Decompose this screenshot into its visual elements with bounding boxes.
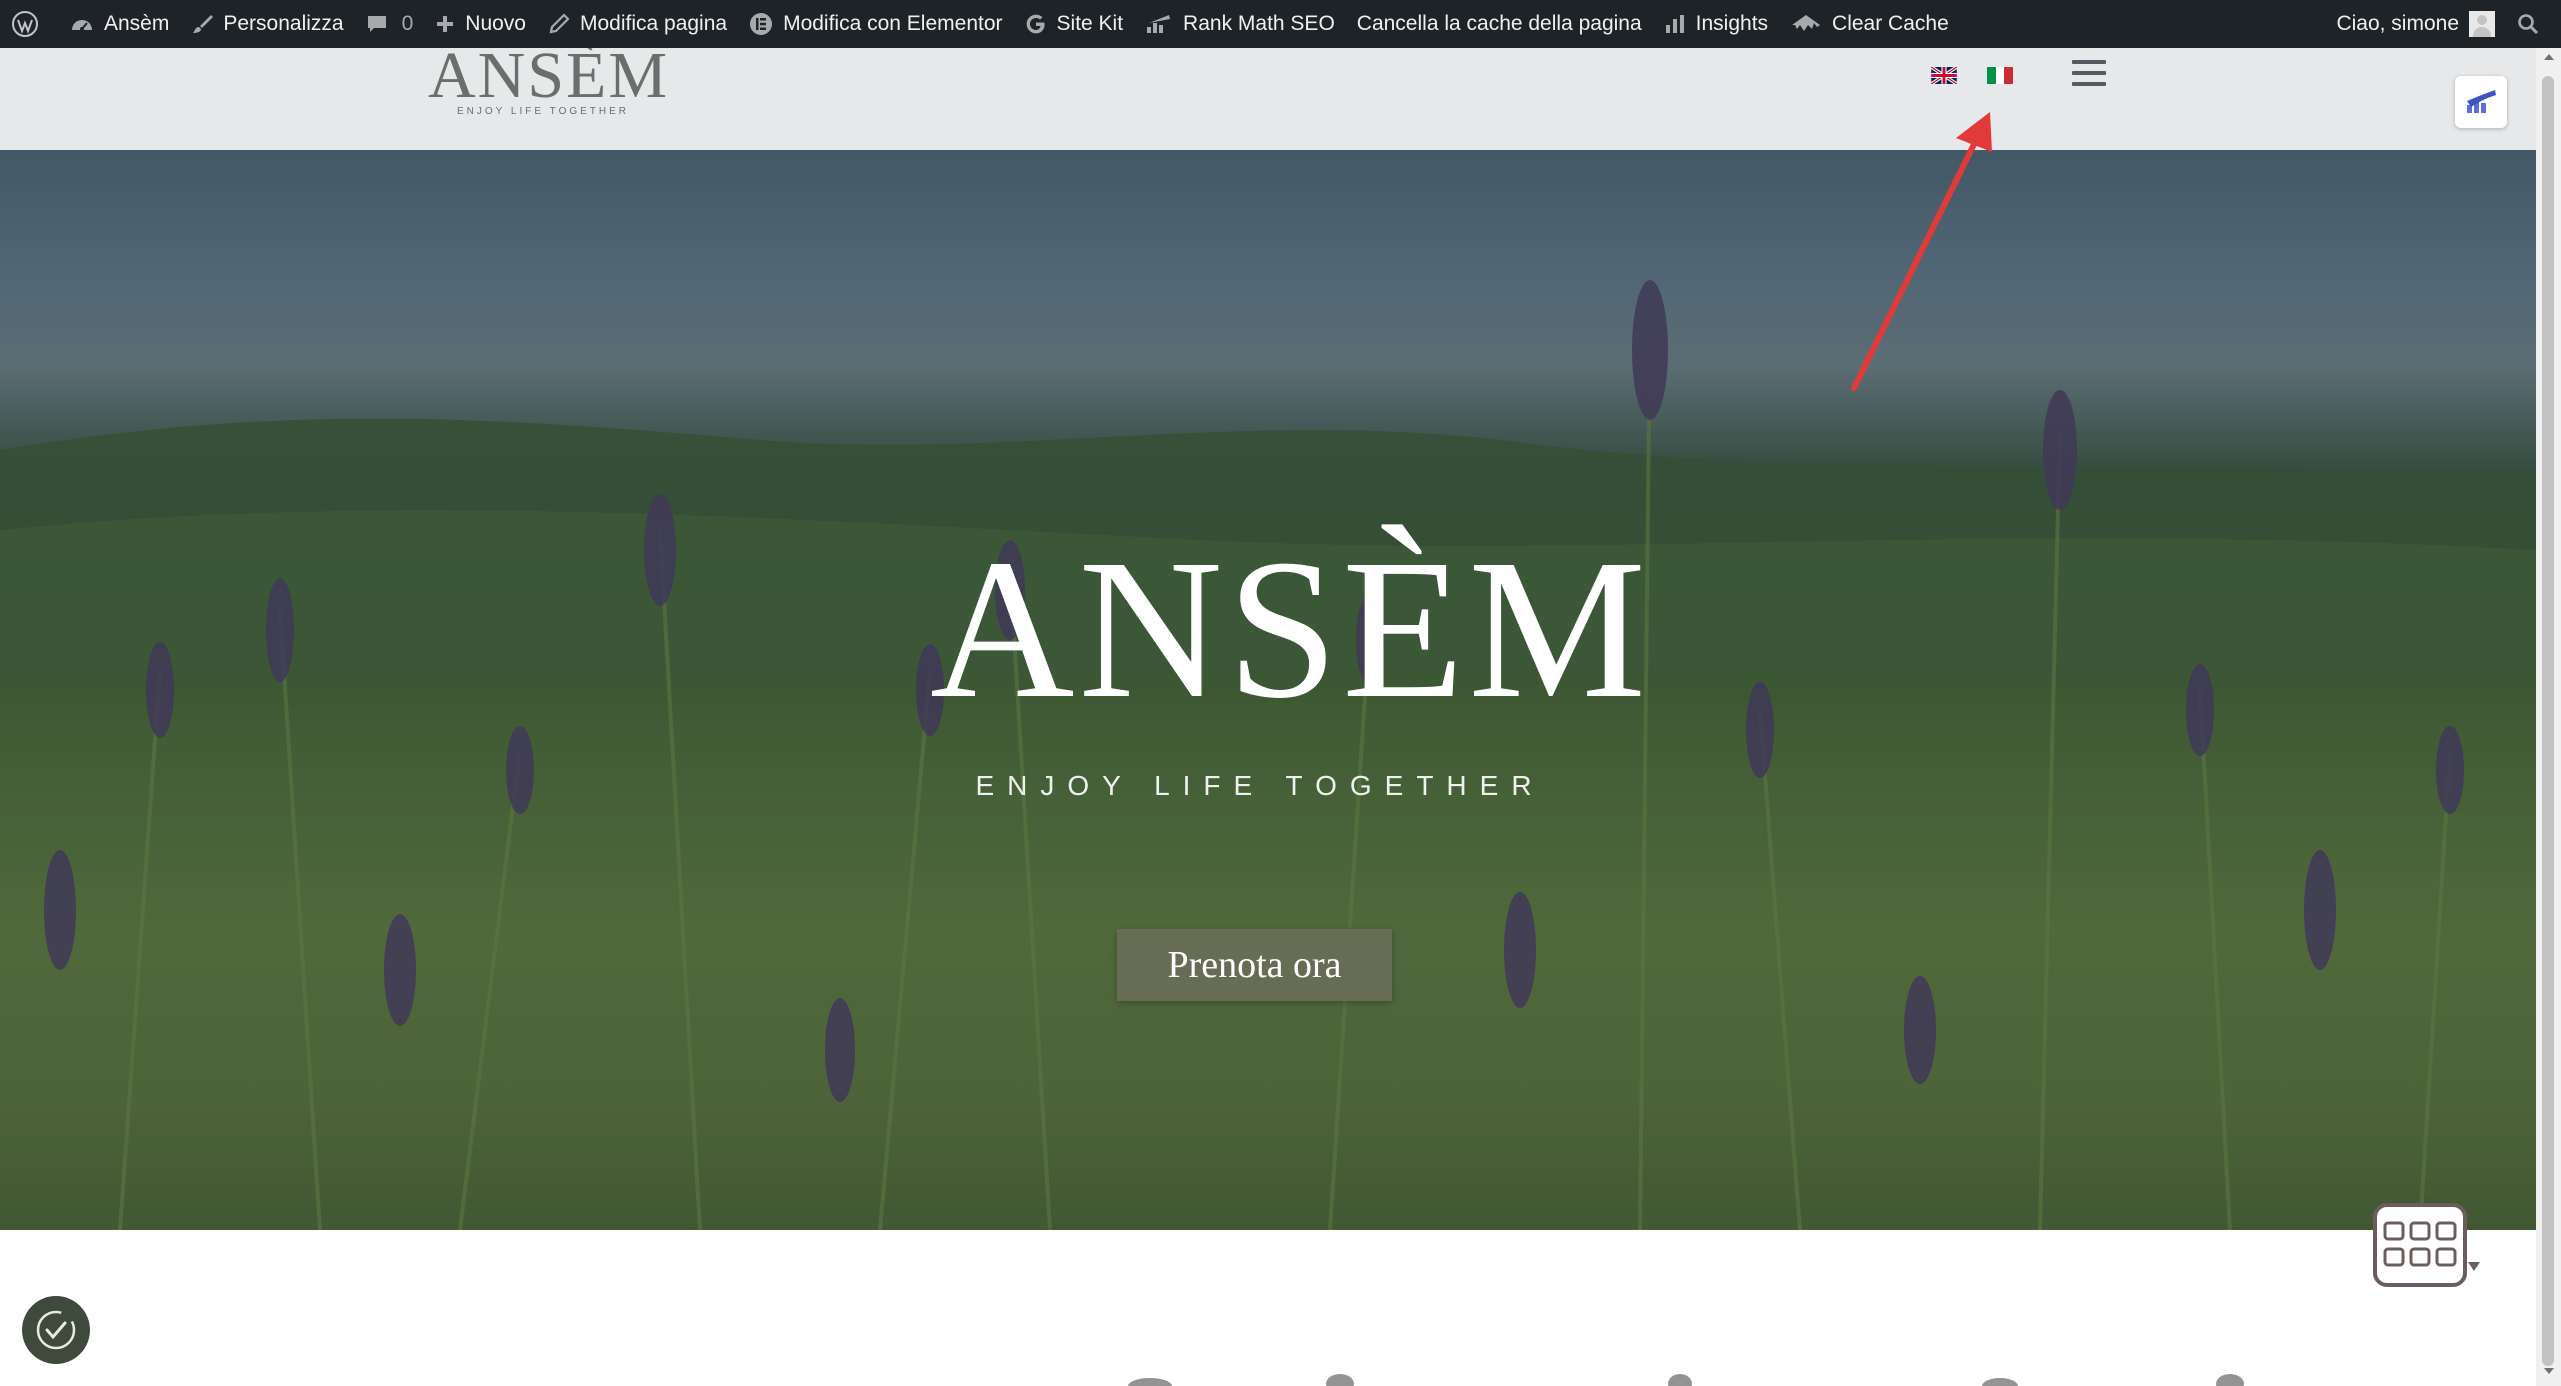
- uk-flag-icon[interactable]: [1931, 67, 1957, 84]
- insights-label: Insights: [1695, 12, 1769, 35]
- site-header: ANSÈM ENJOY LIFE TOGETHER: [0, 40, 2536, 150]
- cookie-consent-icon: [36, 1310, 76, 1350]
- edit-elementor-link[interactable]: Modifica con Elementor: [738, 0, 1013, 48]
- customize-label: Personalizza: [223, 12, 344, 35]
- edit-elementor-label: Modifica con Elementor: [783, 12, 1003, 35]
- calendar-widget[interactable]: [2370, 1195, 2480, 1291]
- header-logo-tagline: ENJOY LIFE TOGETHER: [456, 106, 630, 117]
- insights-link[interactable]: Insights: [1653, 0, 1779, 48]
- page-scrollbar[interactable]: [2536, 48, 2561, 1386]
- wordpress-menu[interactable]: [0, 0, 59, 48]
- hero-tagline: ENJOY LIFE TOGETHER: [975, 770, 1545, 801]
- section-heading-peek: [1128, 1374, 2244, 1386]
- greeting-label: Ciao, simone: [2336, 12, 2459, 35]
- search-icon: [2518, 14, 2539, 35]
- hero-title: ANSÈM: [930, 519, 1651, 740]
- cookie-consent-button[interactable]: [22, 1296, 90, 1364]
- rank-math-icon: [1147, 15, 1171, 33]
- site-name-link[interactable]: Ansèm: [59, 0, 180, 48]
- scrollbar-thumb[interactable]: [2542, 76, 2554, 1366]
- hamburger-menu-icon[interactable]: [2072, 60, 2106, 90]
- analytics-widget-button[interactable]: [2455, 76, 2507, 128]
- edit-page-label: Modifica pagina: [579, 12, 728, 35]
- pencil-icon: [549, 13, 570, 34]
- site-kit-link[interactable]: Site Kit: [1014, 0, 1135, 48]
- admin-search-button[interactable]: [2506, 0, 2561, 48]
- plus-icon: [437, 16, 454, 32]
- new-content-link[interactable]: Nuovo: [424, 0, 537, 48]
- customize-link[interactable]: Personalizza: [180, 0, 354, 48]
- clear-cache-link[interactable]: Clear Cache: [1779, 0, 1960, 48]
- rank-math-label: Rank Math SEO: [1183, 12, 1335, 35]
- insights-icon: [1665, 15, 1684, 33]
- user-avatar-icon: [2469, 11, 2495, 37]
- calendar-icon: [2373, 1203, 2480, 1287]
- clear-cache-label: Clear Cache: [1832, 12, 1949, 35]
- comment-icon: [367, 16, 386, 32]
- scroll-up-arrow-icon[interactable]: [2536, 52, 2561, 72]
- analytics-icon: [2467, 90, 2496, 113]
- comments-count: 0: [401, 12, 414, 35]
- my-account-link[interactable]: Ciao, simone: [2325, 0, 2506, 48]
- elementor-icon: [750, 13, 773, 35]
- edit-page-link[interactable]: Modifica pagina: [537, 0, 738, 48]
- rank-math-link[interactable]: Rank Math SEO: [1134, 0, 1346, 48]
- book-now-button[interactable]: Prenota ora: [1117, 929, 1392, 1001]
- hero-section: ANSÈM ENJOY LIFE TOGETHER Prenota ora: [0, 150, 2536, 1230]
- dashboard-icon: [72, 20, 92, 31]
- clear-cache-icon: [1792, 15, 1821, 31]
- wordpress-logo-icon: [12, 11, 38, 37]
- header-logo-word: ANSÈM: [428, 39, 670, 112]
- comments-link[interactable]: 0: [355, 0, 425, 48]
- italy-flag-icon[interactable]: [1987, 67, 2013, 84]
- site-kit-label: Site Kit: [1056, 12, 1124, 35]
- scroll-down-arrow-icon[interactable]: [2536, 1366, 2561, 1384]
- site-name-label: Ansèm: [104, 12, 170, 35]
- admin-bar: Ansèm Personalizza 0 Nuovo Modifica pagi…: [0, 0, 2561, 48]
- google-icon: [1026, 14, 1045, 34]
- brush-icon: [193, 15, 214, 33]
- header-logo[interactable]: ANSÈM ENJOY LIFE TOGETHER: [428, 40, 667, 122]
- new-label: Nuovo: [465, 12, 526, 35]
- clear-page-cache-link[interactable]: Cancella la cache della pagina: [1346, 0, 1653, 48]
- clear-page-cache-label: Cancella la cache della pagina: [1356, 12, 1642, 35]
